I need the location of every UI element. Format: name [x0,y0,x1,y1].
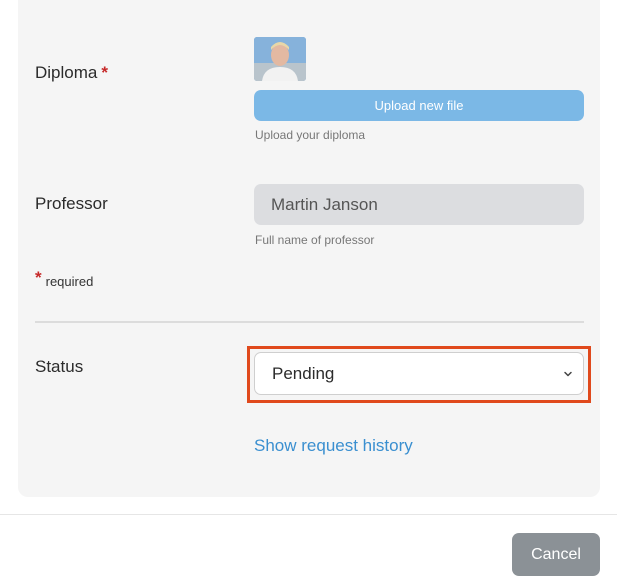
diploma-thumbnail[interactable] [254,37,306,81]
professor-label: Professor [35,194,108,213]
upload-new-file-button[interactable]: Upload new file [254,90,584,121]
status-select[interactable]: Pending [254,352,584,395]
show-request-history-link[interactable]: Show request history [254,436,413,456]
section-divider [35,321,584,323]
chevron-down-icon [564,371,572,377]
professor-help-text: Full name of professor [255,233,375,247]
required-note-asterisk: * [35,268,42,287]
required-note-text: required [45,274,94,289]
cancel-button[interactable]: Cancel [512,533,600,576]
required-note: * required [35,268,93,289]
required-asterisk: * [101,63,108,82]
avatar-photo-icon [254,37,306,81]
professor-input[interactable] [254,184,584,225]
diploma-label-text: Diploma [35,63,98,82]
diploma-label: Diploma * [35,63,108,83]
status-selected-value: Pending [272,364,335,383]
footer-divider [0,514,617,515]
dialog-page: Diploma * Upload new file Upload your dip… [0,0,617,582]
diploma-help-text: Upload your diploma [255,128,366,142]
status-label: Status [35,357,84,376]
